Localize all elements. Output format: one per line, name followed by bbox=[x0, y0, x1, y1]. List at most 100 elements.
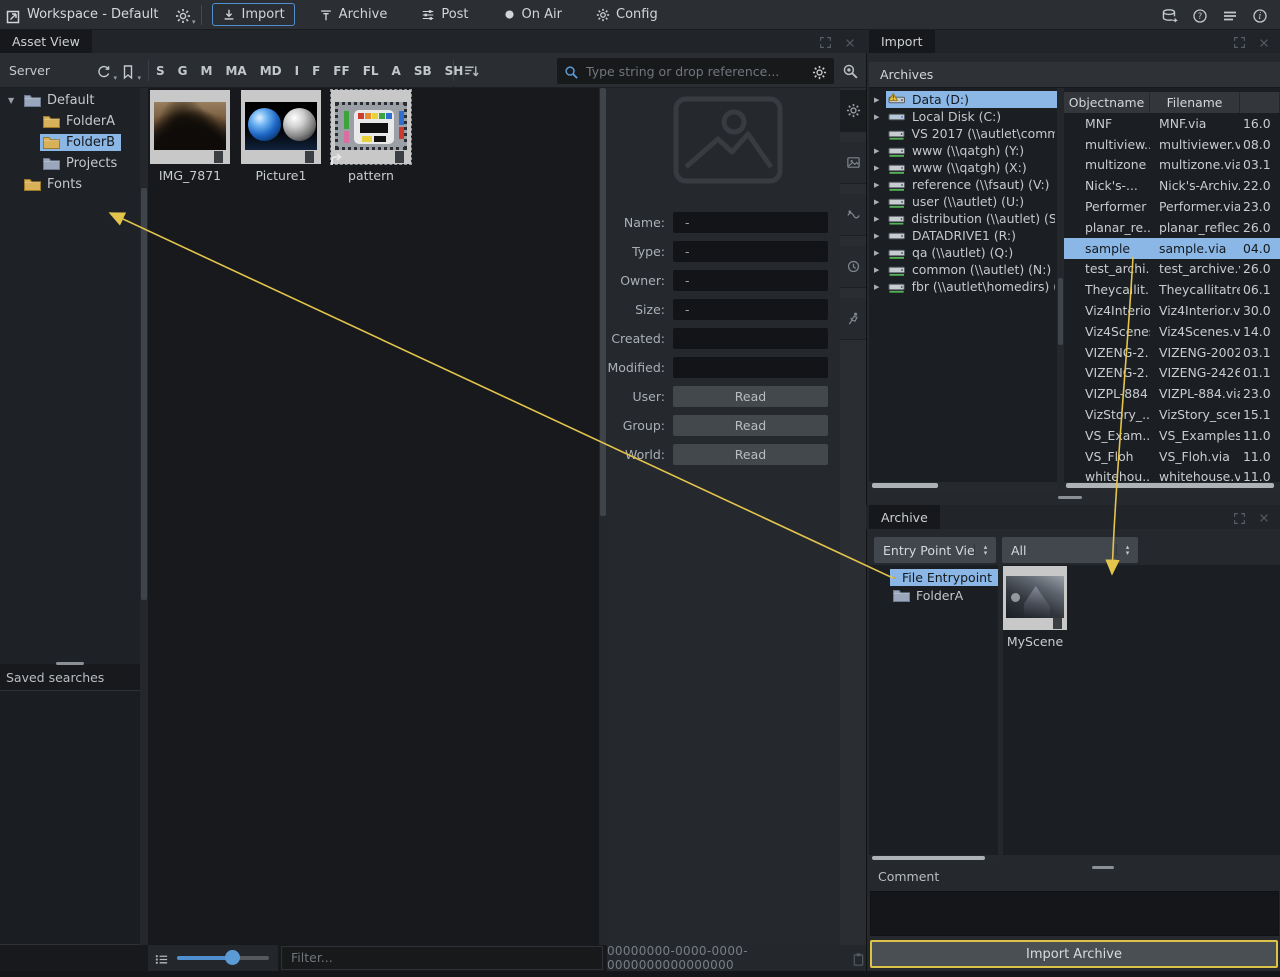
thumbnail-size-slider[interactable] bbox=[177, 956, 269, 960]
copy-uuid-icon[interactable] bbox=[851, 949, 866, 968]
saved-searches-panel[interactable] bbox=[0, 690, 140, 945]
table-row-performer[interactable]: PerformerPerformer.via23.0 bbox=[1064, 196, 1280, 217]
drive-item-user-autlet-u[interactable]: ▶user (\\autlet) (U:) bbox=[869, 193, 1057, 210]
drive-item-body[interactable]: Local Disk (C:) bbox=[886, 108, 1057, 125]
image-tab-icon[interactable] bbox=[840, 142, 866, 184]
tree-item-body[interactable]: File Entrypoint bbox=[890, 569, 998, 586]
history-tab-icon[interactable] bbox=[840, 246, 866, 288]
asset-thumbnail-pattern[interactable]: pattern bbox=[331, 90, 411, 183]
type-filter-fl[interactable]: FL bbox=[363, 64, 379, 78]
expand-caret-icon[interactable]: ▶ bbox=[874, 232, 886, 240]
expand-caret-icon[interactable]: ▶ bbox=[874, 249, 886, 257]
help-icon[interactable] bbox=[1192, 5, 1208, 24]
filter-input[interactable]: Filter... bbox=[281, 946, 603, 970]
nav-config-button[interactable]: Config bbox=[586, 3, 668, 26]
expand-caret-icon[interactable]: ▶ bbox=[874, 283, 886, 291]
actions-tab-icon[interactable] bbox=[840, 298, 866, 340]
tree-item-foldera[interactable]: FolderA bbox=[0, 111, 140, 132]
workspace-settings-icon[interactable]: ▾ bbox=[175, 5, 191, 24]
search-input[interactable]: Type string or drop reference... bbox=[557, 58, 834, 84]
table-row-sample[interactable]: samplesample.via04.0 bbox=[1064, 238, 1280, 259]
drive-item-www-qatgh-y[interactable]: ▶www (\\qatgh) (Y:) bbox=[869, 142, 1057, 159]
archive-tree-hscrollbar[interactable] bbox=[869, 855, 998, 862]
drive-item-body[interactable]: DATADRIVE1 (R:) bbox=[886, 227, 1057, 244]
tab-archive[interactable]: Archive bbox=[869, 505, 940, 529]
tree-item-fonts[interactable]: Fonts bbox=[0, 174, 140, 195]
maximize-panel-icon[interactable] bbox=[1233, 508, 1246, 527]
type-filter-g[interactable]: G bbox=[178, 64, 188, 78]
server-status-icon[interactable] bbox=[1161, 5, 1178, 24]
collapse-caret-icon[interactable]: ▼ bbox=[8, 96, 21, 105]
table-row-vizeng-2[interactable]: VIZENG-2...VIZENG-2002...03.1 bbox=[1064, 342, 1280, 363]
table-row-test-archi[interactable]: test_archi...test_archive.via26.0 bbox=[1064, 259, 1280, 280]
spinner-arrows-icon[interactable]: ▴▾ bbox=[1116, 544, 1138, 556]
type-filter-m[interactable]: M bbox=[201, 64, 213, 78]
grouppermission-button[interactable]: Read bbox=[673, 415, 828, 436]
type-filter-f[interactable]: F bbox=[312, 64, 320, 78]
close-panel-icon[interactable] bbox=[844, 32, 856, 51]
drive-item-fbr-autlet-homedirs[interactable]: ▶fbr (\\autlet\homedirs) ( bbox=[869, 278, 1057, 295]
drive-item-body[interactable]: common (\\autlet) (N:) bbox=[886, 261, 1057, 278]
expand-caret-icon[interactable]: ▶ bbox=[874, 113, 886, 121]
nav-import-button[interactable]: Import bbox=[212, 3, 295, 26]
sort-icon[interactable] bbox=[463, 61, 480, 80]
type-filter-s[interactable]: S bbox=[156, 64, 165, 78]
namevalue-field[interactable]: - bbox=[673, 212, 828, 233]
info-icon[interactable] bbox=[1252, 5, 1268, 24]
table-row-viz4scenes[interactable]: Viz4ScenesViz4Scenes.via14.0 bbox=[1064, 321, 1280, 342]
sizevalue-field[interactable]: - bbox=[673, 299, 828, 320]
drive-item-body[interactable]: user (\\autlet) (U:) bbox=[886, 193, 1057, 210]
drive-item-vs-2017-autlet-comm[interactable]: VS 2017 (\\autlet\comm bbox=[869, 125, 1057, 142]
table-row-vizstory[interactable]: VizStory_...VizStory_scen...15.1 bbox=[1064, 404, 1280, 425]
drive-item-distribution-autlet-s[interactable]: ▶distribution (\\autlet) (S: bbox=[869, 210, 1057, 227]
typevalue-field[interactable]: - bbox=[673, 241, 828, 262]
tree-item-body[interactable]: FolderA bbox=[890, 587, 969, 604]
type-filter-ma[interactable]: MA bbox=[225, 64, 246, 78]
drive-item-body[interactable]: Data (D:) bbox=[886, 91, 1057, 108]
table-row-nick-s[interactable]: Nick's-...Nick's-Archiv...22.0 bbox=[1064, 175, 1280, 196]
log-icon[interactable] bbox=[1222, 5, 1238, 24]
type-filter-i[interactable]: I bbox=[295, 64, 299, 78]
table-row-mnf[interactable]: MNFMNF.via16.0 bbox=[1064, 113, 1280, 134]
drive-item-body[interactable]: distribution (\\autlet) (S: bbox=[886, 210, 1057, 227]
tree-item-body[interactable]: Projects bbox=[40, 155, 123, 172]
column-header-objectname[interactable]: Objectname bbox=[1064, 92, 1150, 113]
type-filter-ff[interactable]: FF bbox=[333, 64, 349, 78]
tab-asset-view[interactable]: Asset View bbox=[0, 30, 92, 53]
tree-item-body[interactable]: FolderA bbox=[40, 113, 121, 130]
drive-item-body[interactable]: qa (\\autlet) (Q:) bbox=[886, 244, 1057, 261]
table-row-theycallit[interactable]: Theycallit...Theycallitatre...06.1 bbox=[1064, 279, 1280, 300]
modifiedvalue-field[interactable] bbox=[673, 357, 828, 378]
expand-caret-icon[interactable]: ▶ bbox=[874, 215, 886, 223]
asset-thumbnail-picture1[interactable]: Picture1 bbox=[241, 90, 321, 183]
tree-item-default[interactable]: ▼Default bbox=[0, 90, 140, 111]
table-row-viz4interior[interactable]: Viz4InteriorViz4Interior.via30.0 bbox=[1064, 300, 1280, 321]
nav-onair-button[interactable]: On Air bbox=[493, 3, 572, 26]
expand-caret-icon[interactable]: ▶ bbox=[874, 198, 886, 206]
drive-item-local-disk-c[interactable]: ▶Local Disk (C:) bbox=[869, 108, 1057, 125]
settings-tab-icon[interactable] bbox=[840, 90, 866, 132]
search-detail-icon[interactable] bbox=[842, 61, 859, 80]
drive-item-body[interactable]: fbr (\\autlet\homedirs) ( bbox=[886, 278, 1057, 295]
comment-input[interactable] bbox=[870, 891, 1279, 936]
scene-thumbnail-myscene[interactable]: MyScene bbox=[1003, 566, 1067, 649]
tree-item-file-entrypoint[interactable]: File Entrypoint bbox=[869, 568, 998, 586]
drive-item-qa-autlet-q[interactable]: ▶qa (\\autlet) (Q:) bbox=[869, 244, 1057, 261]
archives-vscrollbar[interactable] bbox=[1057, 88, 1064, 490]
bookmark-icon[interactable]: ▾ bbox=[120, 61, 136, 80]
type-filter-a[interactable]: A bbox=[392, 64, 401, 78]
worldpermission-button[interactable]: Read bbox=[673, 444, 828, 465]
nav-post-button[interactable]: Post bbox=[411, 3, 478, 26]
drive-item-body[interactable]: reference (\\fsaut) (V:) bbox=[886, 176, 1057, 193]
maximize-panel-icon[interactable] bbox=[819, 32, 832, 51]
type-filter-sb[interactable]: SB bbox=[414, 64, 432, 78]
drive-item-reference-fsaut-v[interactable]: ▶reference (\\fsaut) (V:) bbox=[869, 176, 1057, 193]
tree-item-body[interactable]: FolderB bbox=[40, 134, 121, 151]
panel-resize-handle[interactable] bbox=[1058, 496, 1082, 499]
table-row-vs-floh[interactable]: VS_FlohVS_Floh.via11.0 bbox=[1064, 446, 1280, 467]
drive-item-www-qatgh-x[interactable]: ▶www (\\qatgh) (X:) bbox=[869, 159, 1057, 176]
refresh-server-icon[interactable]: ▾ bbox=[96, 61, 112, 80]
reference-tab-icon[interactable] bbox=[840, 194, 866, 236]
table-row-vizpl-884[interactable]: VIZPL-884VIZPL-884.via23.0 bbox=[1064, 383, 1280, 404]
drives-hscrollbar[interactable] bbox=[869, 482, 1057, 490]
